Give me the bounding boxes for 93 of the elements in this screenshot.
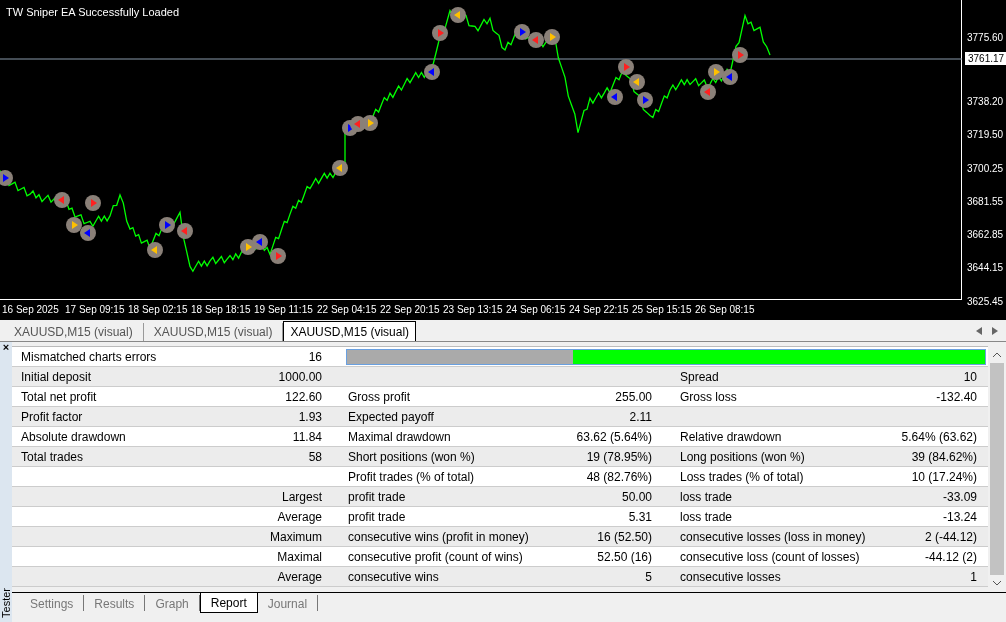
price-label: 3644.15 <box>967 263 1004 274</box>
table-cell-text: Maximal <box>276 548 322 566</box>
table-cell-text: 1 <box>969 568 977 586</box>
time-label: 23 Sep 13:15 <box>442 303 504 317</box>
table-cell-text: Gross profit <box>347 388 411 406</box>
table-cell-text: 2.11 <box>628 408 652 426</box>
price-label: 3662.85 <box>967 230 1004 241</box>
scroll-right-icon[interactable] <box>992 327 998 335</box>
table-cell-text: profit trade <box>347 488 407 506</box>
table-cell-text: consecutive loss (count of losses) <box>679 548 861 566</box>
time-label: 18 Sep 02:15 <box>127 303 189 317</box>
price-label: 3625.45 <box>967 296 1004 307</box>
table-cell-text: Spread <box>679 368 720 386</box>
time-label: 25 Sep 15:15 <box>631 303 693 317</box>
time-label: 17 Sep 09:15 <box>64 303 126 317</box>
table-cell-text: consecutive losses (loss in money) <box>679 528 867 546</box>
table-cell-text: Mismatched charts errors <box>20 348 158 366</box>
price-label: 3738.20 <box>967 96 1004 107</box>
table-cell-text: 255.00 <box>614 388 652 406</box>
price-label: 3775.60 <box>967 33 1004 43</box>
table-cell-text: Maximal drawdown <box>347 428 452 446</box>
table-cell-text: Long positions (won %) <box>679 448 806 466</box>
table-cell-text: profit trade <box>347 508 407 526</box>
table-cell-text: 11.84 <box>291 428 322 446</box>
price-label: 3719.50 <box>967 130 1004 141</box>
table-cell-text: 58 <box>307 448 322 466</box>
time-label: 26 Sep 08:15 <box>694 303 756 317</box>
expert-message: TW Sniper EA Successfully Loaded <box>6 5 180 20</box>
table-cell-text: 5.31 <box>627 508 652 526</box>
time-label: 24 Sep 22:15 <box>568 303 630 317</box>
scroll-left-icon[interactable] <box>976 327 982 335</box>
table-cell-text: 50.00 <box>620 488 652 506</box>
report-tab[interactable]: Settings <box>20 595 85 611</box>
report-tab[interactable]: Report <box>199 593 258 613</box>
table-cell-text: 5 <box>644 568 652 586</box>
table-cell-text: 16 (52.50) <box>596 528 652 546</box>
table-cell-text: Absolute drawdown <box>20 428 127 446</box>
price-label: 3700.25 <box>967 163 1004 174</box>
current-price-label: 3761.17 <box>965 52 1006 65</box>
report-tab[interactable]: Journal <box>257 595 319 611</box>
close-button[interactable]: × <box>2 342 10 353</box>
table-cell-text: 5.64% (63.62) <box>900 428 977 446</box>
report-tab[interactable]: Graph <box>145 595 200 611</box>
table-cell-text: 122.60 <box>284 388 322 406</box>
chart-tab[interactable]: XAUUSD,M15 (visual) <box>4 323 144 341</box>
table-cell-text: Profit factor <box>20 408 84 426</box>
table-cell-text: 52.50 (16) <box>596 548 652 566</box>
table-cell-text: Total trades <box>20 448 85 466</box>
table-cell-text: Short positions (won %) <box>347 448 476 466</box>
table-cell-text: Maximum <box>269 528 322 546</box>
scroll-down-icon[interactable] <box>993 581 1001 586</box>
table-cell-text: consecutive wins <box>347 568 440 586</box>
price-label: 3681.55 <box>967 196 1004 207</box>
time-label: 16 Sep 2025 <box>1 303 60 317</box>
table-cell-text: loss trade <box>679 508 734 526</box>
table-cell-text: 63.62 (5.64%) <box>575 428 652 446</box>
chart-tab[interactable]: XAUUSD,M15 (visual) <box>283 321 417 341</box>
time-label: 19 Sep 11:15 <box>253 303 314 317</box>
table-cell-text: consecutive profit (count of wins) <box>347 548 524 566</box>
table-cell-text: Initial deposit <box>20 368 93 386</box>
table-cell-text: Average <box>276 568 322 586</box>
table-cell-text: -44.12 (2) <box>923 548 977 566</box>
table-cell-text: 1000.00 <box>277 368 322 386</box>
table-cell-text: -13.24 <box>941 508 977 526</box>
table-cell-text: 10 (17.24%) <box>910 468 977 486</box>
panel-title: Tester <box>0 588 12 618</box>
table-cell-text: loss trade <box>679 488 734 506</box>
table-cell-text: 48 (82.76%) <box>585 468 652 486</box>
time-label: 22 Sep 04:15 <box>316 303 378 317</box>
table-cell-text: Profit trades (% of total) <box>347 468 476 486</box>
table-cell-text: Gross loss <box>679 388 738 406</box>
table-cell-text: consecutive wins (profit in money) <box>347 528 530 546</box>
table-cell-text: Total net profit <box>20 388 98 406</box>
table-cell-text: Average <box>276 508 322 526</box>
scroll-up-icon[interactable] <box>993 352 1001 357</box>
table-cell-text: Largest <box>280 488 322 506</box>
report-tab[interactable]: Results <box>84 595 146 611</box>
time-label: 24 Sep 06:15 <box>505 303 567 317</box>
time-label: 22 Sep 20:15 <box>379 303 441 317</box>
table-cell-text: 2 (-44.12) <box>923 528 977 546</box>
table-cell-text: Expected payoff <box>347 408 435 426</box>
table-cell-text: 39 (84.62%) <box>910 448 977 466</box>
table-cell-text: -33.09 <box>941 488 977 506</box>
table-cell-text: 10 <box>962 368 977 386</box>
table-cell-text: 16 <box>307 348 322 366</box>
table-cell-text: 1.93 <box>297 408 322 426</box>
table-cell-text: Relative drawdown <box>679 428 783 446</box>
table-cell-text: 19 (78.95%) <box>585 448 652 466</box>
table-cell-text: -132.40 <box>935 388 977 406</box>
table-cell-text: consecutive losses <box>679 568 782 586</box>
table-cell-text: Loss trades (% of total) <box>679 468 805 486</box>
scroll-thumb[interactable] <box>990 363 1004 575</box>
time-label: 18 Sep 18:15 <box>190 303 252 317</box>
